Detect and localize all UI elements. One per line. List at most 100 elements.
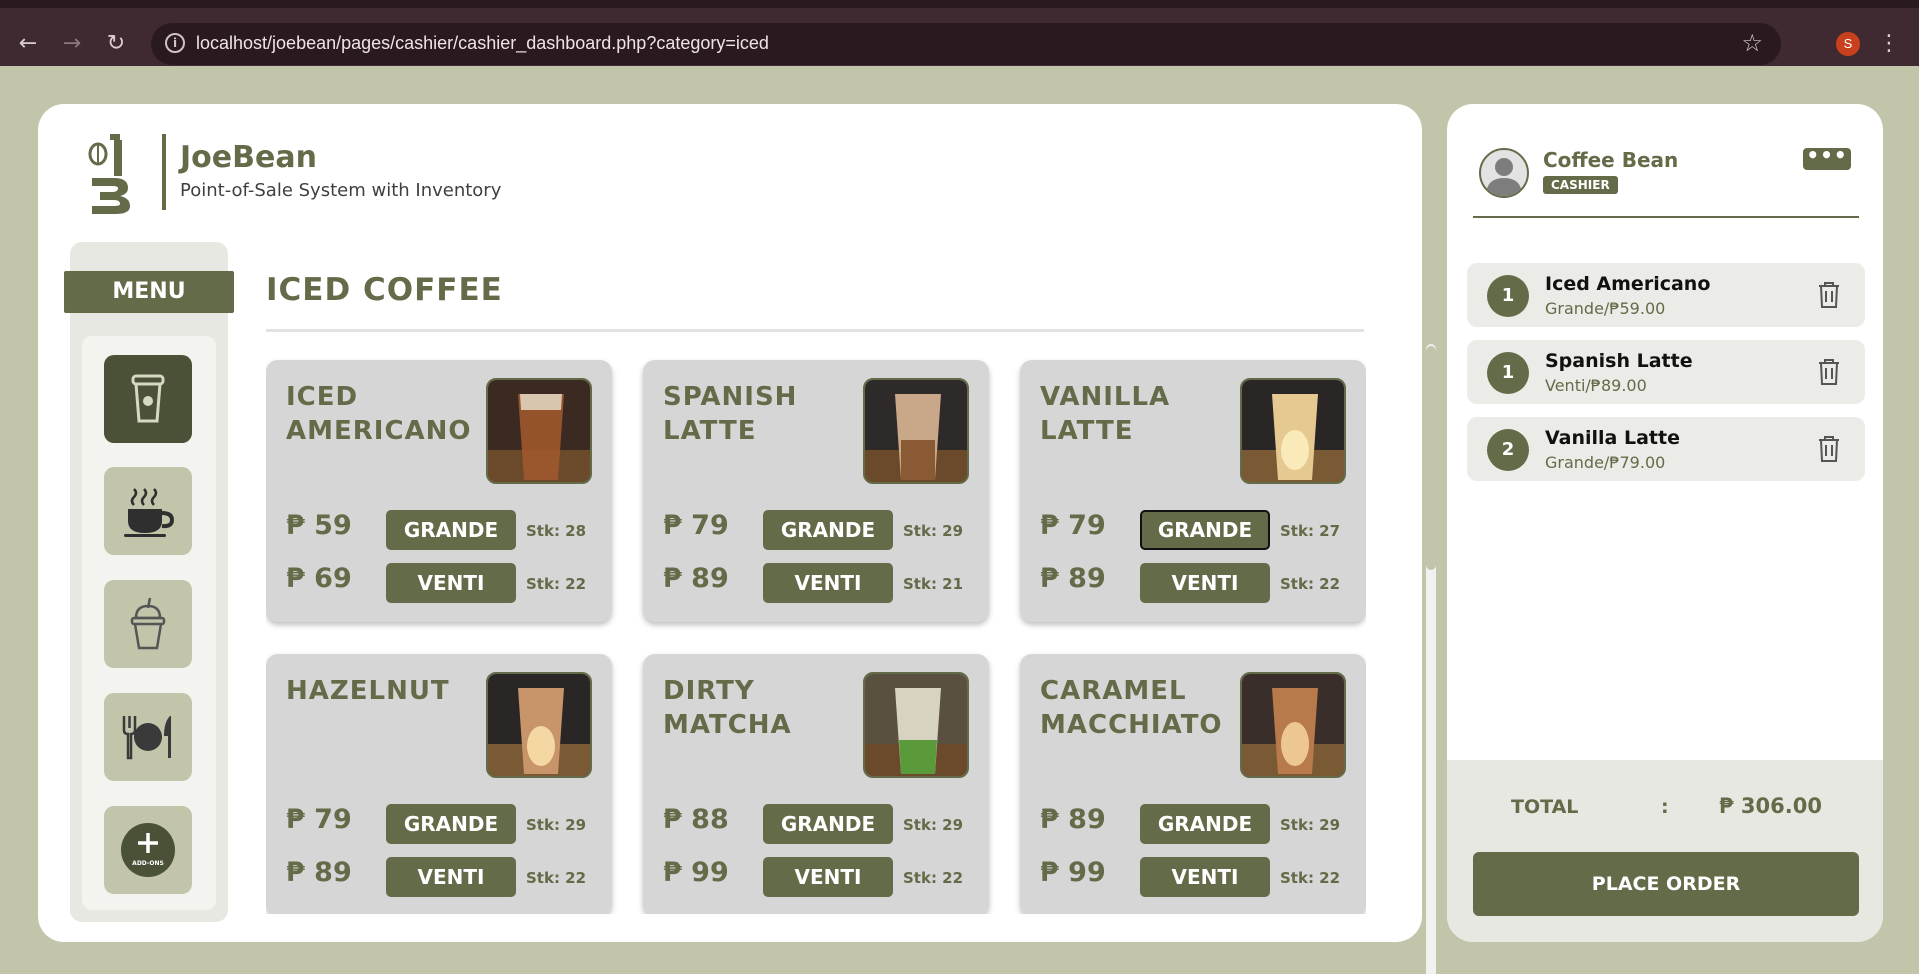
stock-grande: Stk: 29 [526,816,587,834]
category-iced-button[interactable] [104,355,192,443]
brand-subtitle: Point-of-Sale System with Inventory [180,180,502,201]
venti-button[interactable]: VENTI [763,857,893,897]
product-card: ICED AMERICANO ₱ 59 GRANDE Stk: 28 ₱ 69 … [266,360,612,622]
price-venti: ₱ 99 [1040,857,1106,888]
stock-grande: Stk: 29 [903,522,964,540]
user-name: Coffee Bean [1543,148,1679,172]
grande-button[interactable]: GRANDE [1140,510,1270,550]
product-card: CARAMEL MACCHIATO ₱ 89 GRANDE Stk: 29 ₱ … [1020,654,1366,914]
order-item-detail: Grande/₱79.00 [1545,453,1666,472]
trash-icon[interactable] [1817,358,1841,386]
product-card: DIRTY MATCHA ₱ 88 GRANDE Stk: 29 ₱ 99 VE… [643,654,989,914]
forward-icon[interactable]: → [54,26,90,62]
user-avatar-icon [1486,158,1522,196]
stock-venti: Stk: 21 [903,575,964,593]
stock-grande: Stk: 29 [903,816,964,834]
stock-venti: Stk: 22 [526,575,587,593]
price-venti: ₱ 99 [663,857,729,888]
menu-label: MENU [64,271,234,313]
section-divider [266,329,1364,332]
price-grande: ₱ 89 [1040,804,1106,835]
stock-venti: Stk: 22 [1280,869,1341,887]
order-item: 1 Iced Americano Grande/₱59.00 [1467,263,1865,327]
price-grande: ₱ 59 [286,510,352,541]
product-card: VANILLA LATTE ₱ 79 GRANDE Stk: 27 ₱ 89 V… [1020,360,1366,622]
order-item-detail: Venti/₱89.00 [1545,376,1647,395]
brand-divider [162,134,166,210]
hot-coffee-icon [124,488,175,537]
trash-icon[interactable] [1817,435,1841,463]
site-info-icon[interactable]: i [165,33,185,53]
joebean-logo [88,134,130,214]
grande-button[interactable]: GRANDE [763,804,893,844]
venti-button[interactable]: VENTI [386,857,516,897]
stock-venti: Stk: 22 [526,869,587,887]
category-add-ons-button[interactable]: ADD-ONS [104,806,192,894]
product-image [863,672,969,778]
grande-button[interactable]: GRANDE [386,510,516,550]
section-title: ICED COFFEE [266,272,503,308]
venti-button[interactable]: VENTI [1140,857,1270,897]
address-bar[interactable]: i localhost/joebean/pages/cashier/cashie… [151,23,1781,65]
meal-icon [122,716,171,760]
product-image [1240,672,1346,778]
stock-venti: Stk: 22 [1280,575,1341,593]
grande-button[interactable]: GRANDE [386,804,516,844]
reload-icon[interactable]: ↻ [98,26,134,62]
order-item: 1 Spanish Latte Venti/₱89.00 [1467,340,1865,404]
price-venti: ₱ 89 [286,857,352,888]
grande-button[interactable]: GRANDE [763,510,893,550]
url-text[interactable]: localhost/joebean/pages/cashier/cashier_… [196,33,769,54]
venti-button[interactable]: VENTI [386,563,516,603]
stock-venti: Stk: 22 [903,869,964,887]
product-name: HAZELNUT [286,676,450,706]
product-name: CARAMEL MACCHIATO [1040,676,1223,740]
price-venti: ₱ 89 [663,563,729,594]
price-grande: ₱ 79 [286,804,352,835]
order-item-qty: 1 [1487,352,1529,394]
browser-tab-strip [0,0,1919,8]
product-scrollbar-thumb[interactable] [1426,346,1436,570]
iced-cup-icon [131,374,165,423]
total-label: TOTAL [1511,796,1579,818]
trash-icon[interactable] [1817,281,1841,309]
category-meal-button[interactable] [104,693,192,781]
stock-grande: Stk: 27 [1280,522,1341,540]
product-grid-area: ICED COFFEE ICED AMERICANO ₱ 59 GRANDE S… [266,242,1366,914]
category-hot-button[interactable] [104,467,192,555]
order-item: 2 Vanilla Latte Grande/₱79.00 [1467,417,1865,481]
product-image [1240,378,1346,484]
product-card: HAZELNUT ₱ 79 GRANDE Stk: 29 ₱ 89 VENTI … [266,654,612,914]
browser-toolbar: ← → ↻ i localhost/joebean/pages/cashier/… [0,8,1919,66]
product-image [486,672,592,778]
price-grande: ₱ 88 [663,804,729,835]
total-area: TOTAL : ₱ 306.00 PLACE ORDER [1447,760,1883,942]
venti-button[interactable]: VENTI [1140,563,1270,603]
category-frappe-button[interactable] [104,580,192,668]
order-item-detail: Grande/₱59.00 [1545,299,1666,318]
product-name: VANILLA LATTE [1040,382,1171,446]
more-options-button[interactable]: ••• [1803,145,1851,170]
bookmark-star-icon[interactable]: ☆ [1741,29,1763,57]
profile-avatar[interactable]: S [1836,32,1860,56]
product-name: SPANISH LATTE [663,382,798,446]
role-badge: CASHIER [1543,176,1618,194]
place-order-button[interactable]: PLACE ORDER [1473,852,1859,916]
browser-menu-icon[interactable]: ⋮ [1878,26,1900,62]
product-image [863,378,969,484]
product-name: ICED AMERICANO [286,382,472,446]
grande-button[interactable]: GRANDE [1140,804,1270,844]
stock-grande: Stk: 28 [526,522,587,540]
order-item-name: Vanilla Latte [1545,427,1680,449]
brand-name: JoeBean [180,140,317,175]
total-colon: : [1661,796,1669,818]
order-item-qty: 2 [1487,429,1529,471]
order-item-qty: 1 [1487,275,1529,317]
order-item-name: Spanish Latte [1545,350,1693,372]
price-grande: ₱ 79 [663,510,729,541]
add-ons-label: ADD-ONS [132,860,164,867]
back-icon[interactable]: ← [10,26,46,62]
product-card: SPANISH LATTE ₱ 79 GRANDE Stk: 29 ₱ 89 V… [643,360,989,622]
order-panel: Coffee Bean CASHIER ••• 1 Iced Americano… [1447,104,1883,942]
venti-button[interactable]: VENTI [763,563,893,603]
